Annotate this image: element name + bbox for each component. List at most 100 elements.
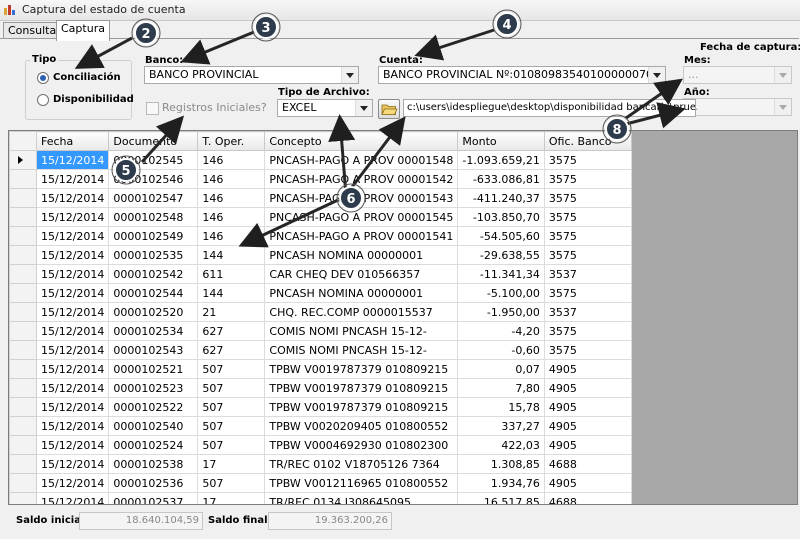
table-cell[interactable]: 507 [197, 378, 266, 398]
conciliacion-radio[interactable] [37, 72, 49, 84]
table-cell[interactable]: 507 [197, 397, 266, 417]
table-cell[interactable]: 4905 [543, 359, 632, 379]
row-header[interactable] [9, 150, 37, 170]
table-cell[interactable]: 627 [197, 340, 266, 360]
disponibilidad-radio[interactable] [37, 94, 49, 106]
table-cell[interactable]: 3575 [543, 188, 632, 208]
table-cell[interactable]: CHQ. REC.COMP 0000015537 [264, 302, 459, 322]
table-cell[interactable]: 146 [197, 226, 266, 246]
row-header-corner[interactable] [9, 131, 37, 151]
table-row[interactable]: 15/12/2014 0000102540 507 TPBW V0020209405 … [9, 416, 632, 436]
table-cell[interactable]: 15/12/2014 [35, 321, 110, 341]
chevron-down-icon[interactable] [341, 67, 358, 83]
table-cell[interactable]: 422,03 [457, 435, 545, 455]
row-header[interactable] [9, 340, 37, 360]
table-cell[interactable]: 144 [197, 245, 266, 265]
table-row[interactable]: 15/12/2014 0000102523 507 TPBW V0019787379 … [9, 378, 632, 398]
table-cell[interactable]: 3575 [543, 207, 632, 227]
file-path-input[interactable]: c:\users\idespliegue\desktop\disponibili… [403, 99, 696, 117]
row-header[interactable] [9, 492, 37, 504]
table-cell[interactable]: 144 [197, 283, 266, 303]
table-cell[interactable]: 1.308,85 [457, 454, 545, 474]
table-cell[interactable]: PNCASH-PAGO A PROV 00001545 [264, 207, 459, 227]
table-cell[interactable]: 3575 [543, 150, 632, 170]
table-cell[interactable]: 146 [197, 188, 266, 208]
table-cell[interactable]: PNCASH-PAGO A PROV 00001541 [264, 226, 459, 246]
table-cell[interactable]: 4905 [543, 435, 632, 455]
table-cell[interactable]: 15/12/2014 [35, 150, 110, 170]
table-cell[interactable]: 17 [197, 454, 266, 474]
column-header[interactable]: Monto [457, 131, 545, 151]
row-header[interactable] [9, 321, 37, 341]
row-header[interactable] [9, 302, 37, 322]
table-cell[interactable]: 15/12/2014 [35, 207, 110, 227]
table-cell[interactable]: 3537 [543, 302, 632, 322]
table-cell[interactable]: 146 [197, 169, 266, 189]
cuenta-select[interactable]: BANCO PROVINCIAL Nº:01080983540100000070 [378, 66, 666, 84]
table-cell[interactable]: 3575 [543, 283, 632, 303]
row-header[interactable] [9, 397, 37, 417]
table-cell[interactable]: 0000102540 [108, 416, 199, 436]
table-cell[interactable]: 1.934,76 [457, 473, 545, 493]
chevron-down-icon[interactable] [774, 67, 791, 83]
table-cell[interactable]: 3575 [543, 245, 632, 265]
table-cell[interactable]: 146 [197, 150, 266, 170]
table-row[interactable]: 15/12/2014 0000102549 146 PNCASH-PAGO A PRO… [9, 226, 632, 246]
table-cell[interactable]: 0000102547 [108, 188, 199, 208]
table-cell[interactable]: -103.850,70 [457, 207, 545, 227]
table-cell[interactable]: 4905 [543, 378, 632, 398]
table-row[interactable]: 15/12/2014 0000102534 627 COMIS NOMI PNCASH… [9, 321, 632, 341]
table-cell[interactable]: -54.505,60 [457, 226, 545, 246]
table-cell[interactable]: 15/12/2014 [35, 397, 110, 417]
table-cell[interactable]: 15/12/2014 [35, 245, 110, 265]
table-cell[interactable]: 0000102535 [108, 245, 199, 265]
table-cell[interactable]: 15/12/2014 [35, 454, 110, 474]
table-cell[interactable]: 7,80 [457, 378, 545, 398]
table-cell[interactable]: 3537 [543, 264, 632, 284]
table-cell[interactable]: TPBW V0020209405 010800552 [264, 416, 459, 436]
table-cell[interactable]: COMIS NOMI PNCASH 15-12- [264, 321, 459, 341]
table-cell[interactable]: 0000102524 [108, 435, 199, 455]
column-header[interactable]: Ofic. Banco [543, 131, 632, 151]
table-cell[interactable]: 0000102538 [108, 454, 199, 474]
table-cell[interactable]: 0000102549 [108, 226, 199, 246]
table-cell[interactable]: 0000102536 [108, 473, 199, 493]
table-cell[interactable]: 15/12/2014 [35, 264, 110, 284]
table-cell[interactable]: 4688 [543, 492, 632, 504]
table-cell[interactable]: 611 [197, 264, 266, 284]
row-header[interactable] [9, 283, 37, 303]
column-header[interactable]: Documento [108, 131, 199, 151]
table-cell[interactable]: 15/12/2014 [35, 473, 110, 493]
table-row[interactable]: 15/12/2014 0000102543 627 COMIS NOMI PNCASH… [9, 340, 632, 360]
table-cell[interactable]: TPBW V0004692930 010802300 [264, 435, 459, 455]
table-cell[interactable]: 0000102543 [108, 340, 199, 360]
table-cell[interactable]: 3575 [543, 340, 632, 360]
table-row[interactable]: 15/12/2014 0000102546 146 PNCASH-PAGO A PRO… [9, 169, 632, 189]
table-row[interactable]: 15/12/2014 0000102544 144 PNCASH NOMINA 000… [9, 283, 632, 303]
table-cell[interactable]: -411.240,37 [457, 188, 545, 208]
table-cell[interactable]: -11.341,34 [457, 264, 545, 284]
row-header[interactable] [9, 207, 37, 227]
browse-file-button[interactable] [378, 99, 400, 119]
table-cell[interactable]: 15/12/2014 [35, 188, 110, 208]
table-cell[interactable]: 4688 [543, 454, 632, 474]
chevron-down-icon[interactable] [355, 100, 372, 116]
chevron-down-icon[interactable] [774, 99, 791, 115]
table-cell[interactable]: -29.638,55 [457, 245, 545, 265]
table-cell[interactable]: 0000102523 [108, 378, 199, 398]
table-cell[interactable]: -633.086,81 [457, 169, 545, 189]
table-cell[interactable]: 3575 [543, 226, 632, 246]
table-cell[interactable]: 0000102521 [108, 359, 199, 379]
table-cell[interactable]: CAR CHEQ DEV 010566357 [264, 264, 459, 284]
table-row[interactable]: 15/12/2014 0000102522 507 TPBW V0019787379 … [9, 397, 632, 417]
anio-select[interactable]: ... [683, 98, 792, 116]
table-cell[interactable]: PNCASH-PAGO A PROV 00001543 [264, 188, 459, 208]
table-cell[interactable]: -0,60 [457, 340, 545, 360]
banco-select[interactable]: BANCO PROVINCIAL [144, 66, 359, 84]
row-header[interactable] [9, 435, 37, 455]
table-cell[interactable]: 507 [197, 359, 266, 379]
table-cell[interactable]: 0000102544 [108, 283, 199, 303]
row-header[interactable] [9, 169, 37, 189]
table-cell[interactable]: 627 [197, 321, 266, 341]
table-row[interactable]: 15/12/2014 0000102537 17 TR/REC 0134 J30864… [9, 492, 632, 504]
